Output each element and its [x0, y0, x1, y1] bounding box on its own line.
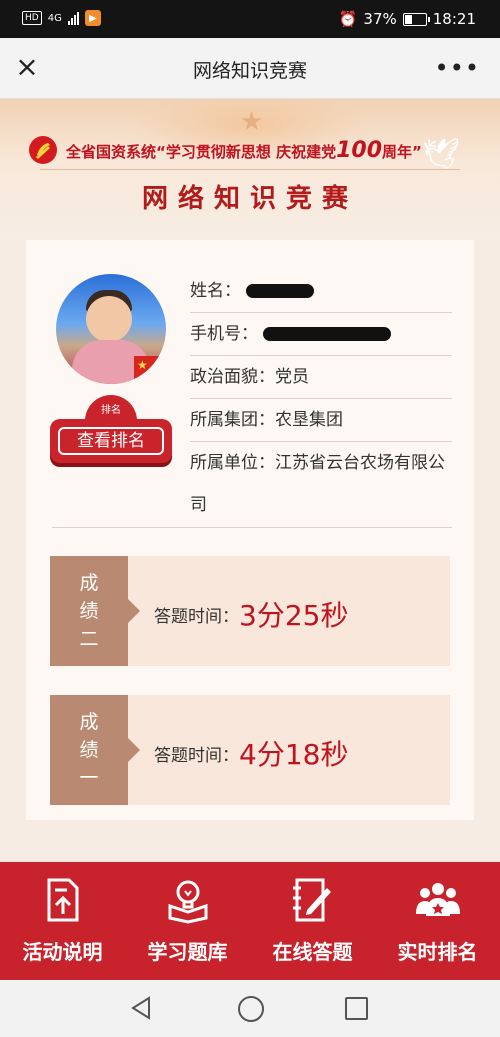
score-time-label: 答题时间： [154, 746, 239, 766]
score-tag: 成 绩 一 [50, 695, 140, 805]
profile-card: ★ 排名 查看排名 姓名： 手机号： 政治面貌：党员 所属集团：农垦集团 所属单… [26, 240, 474, 820]
tab-online-quiz[interactable]: 在线答题 [250, 862, 375, 980]
battery-percent: 37% [363, 10, 397, 28]
tab-label: 学习题库 [147, 940, 228, 964]
back-icon[interactable] [130, 996, 152, 1020]
tab-label: 实时排名 [397, 940, 478, 964]
system-navigation-bar [0, 980, 500, 1037]
card-divider [52, 527, 452, 528]
tab-question-bank[interactable]: 学习题库 [125, 862, 250, 980]
tab-activity-info[interactable]: 活动说明 [0, 862, 125, 980]
group-value: 农垦集团 [275, 410, 343, 430]
score-time-value: 4分18秒 [239, 738, 349, 771]
party-emblem-icon [29, 136, 57, 164]
score-tag-char: 成 [79, 711, 99, 733]
score-time: 答题时间：3分25秒 [154, 594, 348, 634]
book-bulb-icon [168, 880, 207, 924]
info-row-group: 所属集团：农垦集团 [190, 399, 452, 442]
signal-icon [67, 11, 79, 25]
alarm-icon: ⏰ [338, 10, 358, 28]
battery-icon [402, 12, 430, 26]
bottom-tab-bar: 活动说明 学习题库 在线答题 实时排名 [0, 862, 500, 980]
score-time: 答题时间：4分18秒 [154, 733, 348, 773]
edit-notebook-icon [292, 878, 331, 922]
score-tag: 成 绩 二 [50, 556, 140, 666]
info-row-phone: 手机号： [190, 313, 452, 356]
score-time-label: 答题时间： [154, 607, 239, 627]
info-row-name: 姓名： [190, 270, 452, 313]
tab-label: 在线答题 [272, 940, 353, 964]
slogan-prefix: 全省国资系统“学习贯彻新思想 庆祝建党 [66, 143, 337, 161]
phone-label: 手机号： [190, 324, 258, 344]
rank-button-body[interactable]: 查看排名 [50, 419, 172, 463]
slogan-suffix: 周年” [382, 143, 422, 161]
dove-icon: 🕊 [422, 137, 461, 172]
banner: ★ 全省国资系统“学习贯彻新思想 庆祝建党100周年” 🕊 网络知识竞赛 [0, 99, 500, 239]
score-tag-char: 二 [79, 628, 99, 650]
document-upload-icon [47, 878, 78, 922]
score-card-2: 成 绩 二 答题时间：3分25秒 [50, 556, 450, 666]
recent-apps-icon[interactable] [345, 997, 368, 1020]
rank-button-label[interactable]: 查看排名 [58, 427, 164, 455]
score-card-1: 成 绩 一 答题时间：4分18秒 [50, 695, 450, 805]
score-time-value: 3分25秒 [239, 599, 349, 632]
slogan: 全省国资系统“学习贯彻新思想 庆祝建党100周年” [66, 138, 422, 163]
score-tag-char: 一 [79, 767, 99, 789]
profile-info: 姓名： 手机号： 政治面貌：党员 所属集团：农垦集团 所属单位：江苏省云台农场有… [190, 270, 452, 528]
game-title: 网络知识竞赛 [141, 184, 358, 214]
info-row-political: 政治面貌：党员 [190, 356, 452, 399]
banner-divider [40, 169, 460, 170]
avatar-face [86, 296, 132, 342]
redacted-phone [263, 327, 392, 341]
view-ranking-button[interactable]: 排名 查看排名 [50, 395, 172, 467]
group-label: 所属集团： [190, 410, 275, 430]
navbar: × 网络知识竞赛 ••• [0, 38, 500, 99]
network-label: 4G [47, 12, 62, 24]
score-tag-char: 成 [79, 572, 99, 594]
clock: 18:21 [432, 10, 476, 28]
flag-icon: ★ [134, 356, 164, 382]
hd-badge: HD [22, 11, 42, 25]
slogan-number: 100 [336, 138, 383, 163]
score-tag-char: 绩 [79, 600, 99, 622]
political-label: 政治面貌： [190, 367, 275, 387]
group-ranking-icon [415, 883, 460, 916]
status-bar: HD 4G ▶ ⏰ 37% 18:21 [0, 0, 500, 38]
home-icon[interactable] [238, 996, 264, 1022]
political-value: 党员 [275, 367, 309, 387]
tab-label: 活动说明 [22, 940, 103, 964]
tab-live-ranking[interactable]: 实时排名 [375, 862, 500, 980]
status-left: HD 4G ▶ [22, 10, 101, 26]
star-icon: ★ [240, 107, 264, 137]
app-notification-icon: ▶ [84, 10, 101, 26]
avatar: ★ [56, 274, 166, 384]
status-right: ⏰ 37% 18:21 [339, 10, 476, 28]
unit-label: 所属单位： [190, 453, 275, 473]
more-options-icon[interactable]: ••• [435, 54, 480, 82]
name-label: 姓名： [190, 281, 241, 301]
redacted-name [246, 284, 315, 298]
score-tag-char: 绩 [79, 739, 99, 761]
page-title: 网络知识竞赛 [192, 60, 307, 82]
info-row-unit: 所属单位：江苏省云台农场有限公司 [190, 442, 452, 528]
